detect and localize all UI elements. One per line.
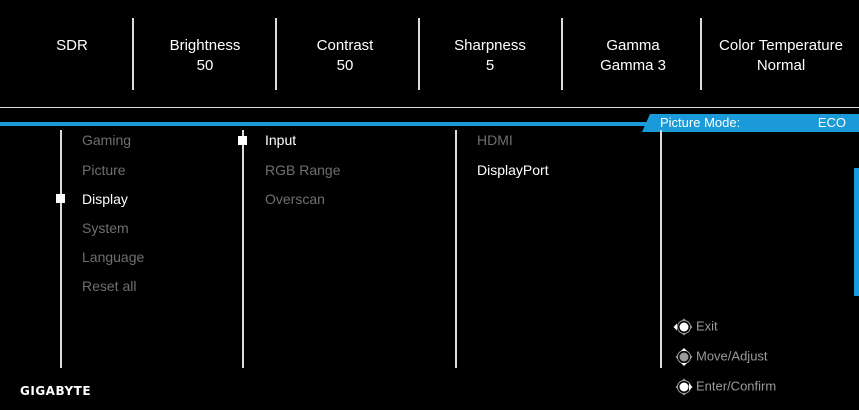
divider <box>418 18 420 90</box>
picture-mode-value: ECO <box>817 115 846 130</box>
accent-line <box>0 122 650 126</box>
hint-exit-label: Exit <box>696 318 718 334</box>
sub-menu-rail <box>242 130 244 368</box>
selection-marker-icon <box>238 136 247 145</box>
picture-mode-bar: Picture Mode: ECO <box>0 114 859 132</box>
options-rail <box>455 130 457 368</box>
hint-move-adjust-label: Move/Adjust <box>696 348 768 364</box>
hdr-mode-label: SDR <box>56 37 88 54</box>
contrast-status: Contrast 50 <box>290 36 400 76</box>
gamma-value: Gamma 3 <box>600 57 666 74</box>
option-hdmi[interactable]: HDMI <box>477 131 513 149</box>
status-bar-underline <box>0 107 859 108</box>
gamma-status: Gamma Gamma 3 <box>578 36 688 76</box>
sharpness-label: Sharpness <box>454 37 526 54</box>
color-temperature-status: Color Temperature Normal <box>706 36 856 76</box>
divider <box>700 18 702 90</box>
hint-move-adjust: Move/Adjust <box>672 348 768 366</box>
submenu-item-rgb-range[interactable]: RGB Range <box>265 161 340 179</box>
sharpness-value: 5 <box>485 57 495 74</box>
menu-item-gaming[interactable]: Gaming <box>82 131 131 149</box>
option-displayport[interactable]: DisplayPort <box>477 161 549 179</box>
gigabyte-logo: GIGABYTE <box>20 384 92 398</box>
brightness-label: Brightness <box>169 37 241 54</box>
menu-item-reset-all[interactable]: Reset all <box>82 277 136 295</box>
color-temperature-label: Color Temperature <box>719 37 843 54</box>
picture-mode-label: Picture Mode: <box>660 115 741 130</box>
gamma-label: Gamma <box>606 37 660 54</box>
divider <box>275 18 277 90</box>
menu-item-system[interactable]: System <box>82 219 129 237</box>
menu-item-picture[interactable]: Picture <box>82 161 126 179</box>
color-temperature-value: Normal <box>756 57 806 74</box>
main-menu-rail <box>60 130 62 368</box>
contrast-label: Contrast <box>316 37 374 54</box>
submenu-item-input[interactable]: Input <box>265 131 296 149</box>
menu-item-display[interactable]: Display <box>82 190 128 208</box>
hint-enter-confirm: Enter/Confirm <box>672 378 776 396</box>
divider <box>132 18 134 90</box>
joystick-left-icon <box>672 318 694 336</box>
hint-enter-confirm-label: Enter/Confirm <box>696 378 777 394</box>
sharpness-status: Sharpness 5 <box>435 36 545 76</box>
scroll-indicator <box>854 168 859 296</box>
submenu-item-overscan[interactable]: Overscan <box>265 190 325 208</box>
brightness-value: 50 <box>196 57 214 74</box>
selection-marker-icon <box>56 194 65 203</box>
menu-item-language[interactable]: Language <box>82 248 144 266</box>
hint-exit: Exit <box>672 318 718 336</box>
status-bar: SDR Brightness 50 Contrast 50 Sharpness … <box>0 0 859 108</box>
joystick-updown-icon <box>672 348 694 366</box>
hint-rail <box>660 130 662 368</box>
joystick-press-icon <box>672 378 694 396</box>
contrast-value: 50 <box>336 57 354 74</box>
hdr-mode-indicator: SDR <box>40 36 104 56</box>
brightness-status: Brightness 50 <box>150 36 260 76</box>
divider <box>561 18 563 90</box>
